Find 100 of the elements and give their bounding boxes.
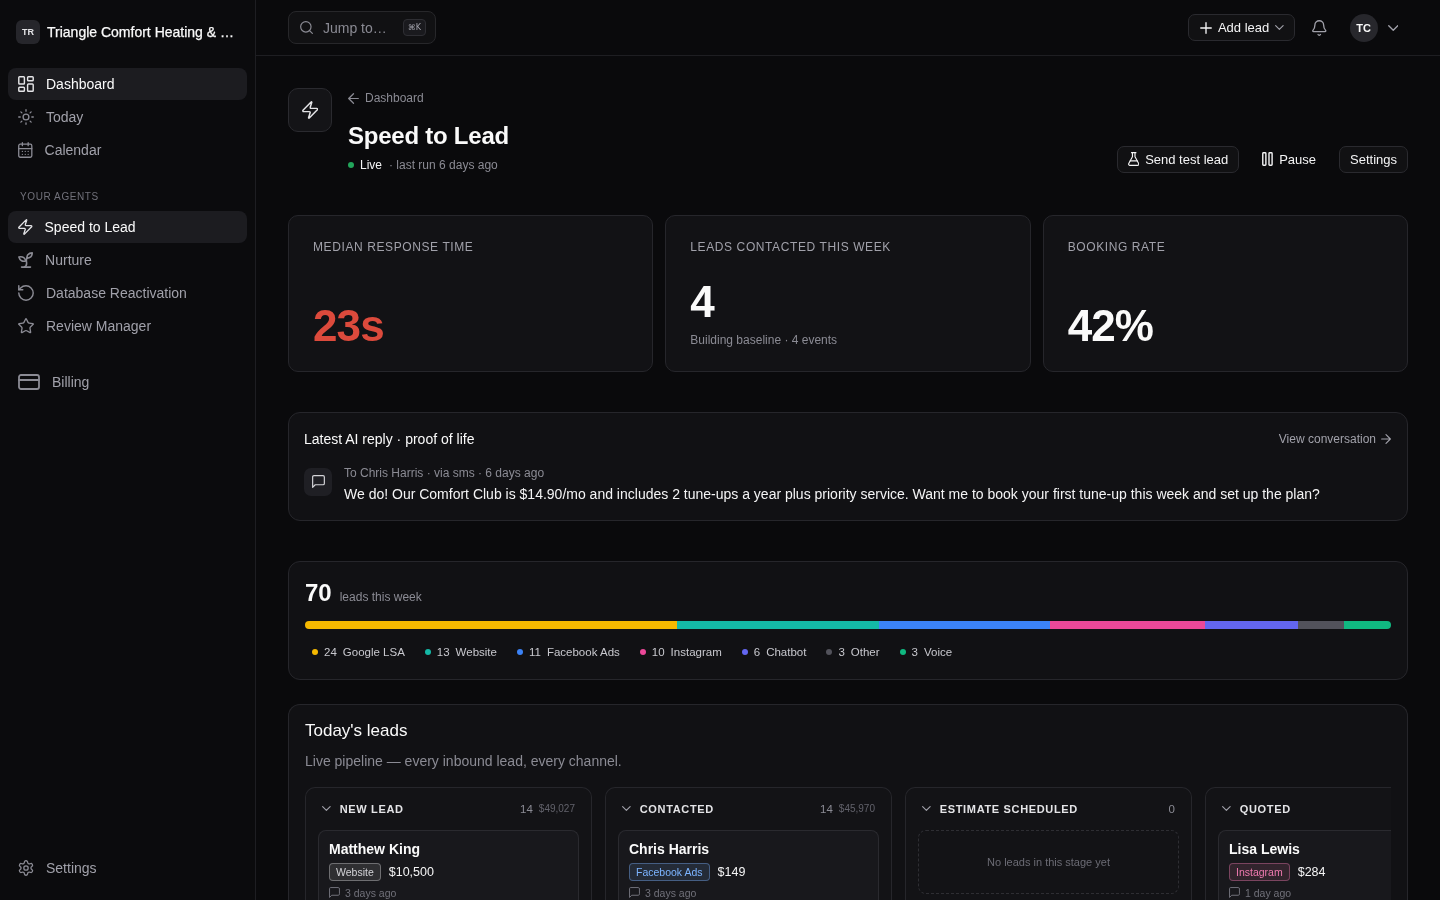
calendar-icon [18,142,33,158]
legend-label: Google LSA [342,644,405,659]
sun-icon [18,109,34,125]
reply-message: We do! Our Comfort Club is $14.90/mo and includes 2 tune-ups a year plus priority service. Want me to book your first tune-up this week and set up the plan? [344,484,1320,504]
stat-label: BOOKING RATE [1067,238,1167,255]
column-value: $49,027 [538,803,575,814]
column-title: ESTIMATE SCHEDULED [939,802,1078,815]
chevron-down-icon[interactable] [922,806,931,811]
lead-card[interactable]: Matthew King Website $10,500 3 days ago [318,829,579,900]
legend-label: Other [850,644,880,659]
lead-total: 70 [305,577,332,608]
arrow-right-icon [1381,433,1391,444]
chat-bubble-icon [304,467,332,496]
lead-total-label: leads this week [339,589,422,604]
stat-value: 4 [690,279,716,324]
column-title: NEW LEAD [339,802,404,815]
legend-count: 3 [838,644,845,659]
lead-card[interactable]: Lisa Lewis Instagram $284 1 day ago [1218,829,1391,900]
action-button[interactable]: Pause [1251,145,1327,173]
lead-name: Chris Harris [629,839,711,859]
card-title: Latest AI reply · proof of life [304,429,475,449]
credit-card-icon [18,374,40,390]
settings-icon [18,860,34,876]
chat-bubble-icon [629,887,640,898]
reply-meta: To Chris Harris · via sms · 6 days ago [344,464,546,481]
workspace-avatar: TR [16,20,40,44]
section-heading: YOUR AGENTS [19,190,100,204]
column-value: $45,970 [838,803,875,814]
empty-state: No leads in this stage yet [918,829,1179,894]
column-title: CONTACTED [639,802,714,815]
lead-age: 3 days ago [645,885,697,900]
lead-amount: $10,500 [388,864,434,879]
legend-label: Voice [924,644,953,659]
lead-age: 3 days ago [345,885,397,900]
breadcrumb-link[interactable]: Dashboard [348,90,424,106]
stat-value: 23s [313,303,385,348]
section-title: Today's leads [305,719,409,742]
chat-bubble-icon [329,887,340,898]
chat-bubble-icon [1229,887,1240,898]
nav-item[interactable]: Dashboard [8,68,247,100]
lead-amount: $149 [717,864,746,879]
lead-name: Lisa Lewis [1229,839,1301,859]
legend-count: 10 [651,644,665,659]
view-conversation-link[interactable]: View conversation [1278,431,1391,446]
legend-count: 3 [911,644,918,659]
nav-item[interactable]: Database Reactivation [8,277,247,309]
action-button[interactable]: Send test lead [1116,145,1240,173]
plus-icon [1199,21,1212,34]
page-title: Speed to Lead [348,120,509,151]
circular-arrow-icon [18,285,34,301]
stat-label: LEADS CONTACTED THIS WEEK [690,238,892,255]
status-label: Live [360,156,382,173]
chevron-down-icon[interactable] [1387,24,1398,31]
chevron-down-icon[interactable] [622,806,631,811]
user-avatar[interactable]: TC [1349,13,1378,42]
lightning-icon [288,88,332,132]
legend-label: Instagram [670,644,722,659]
search-icon [300,21,313,34]
last-run-text: · last run 6 days ago [389,156,498,173]
grid-icon [18,76,34,92]
workspace-name[interactable]: Triangle Comfort Heating & … [47,24,234,40]
legend-count: 6 [753,644,761,659]
bell-icon[interactable] [1311,19,1327,36]
nav-item[interactable]: Review Manager [8,310,247,342]
nav-item[interactable]: Billing [8,366,247,398]
source-tag: Website [329,862,381,881]
legend-count: 11 [528,644,541,659]
nav-item[interactable]: Nurture [8,244,247,276]
nav-item[interactable]: Speed to Lead [8,211,247,243]
source-tag: Instagram [1229,862,1290,881]
column-title: QUOTED [1239,802,1291,815]
sprout-icon [18,252,34,268]
stat-value: 42% [1067,303,1155,348]
add-lead-button[interactable]: Add lead [1187,14,1295,41]
chevron-down-icon [1275,25,1284,30]
stat-note: Building baseline · 4 events [690,331,839,348]
column-count: 14 [520,802,533,815]
action-button[interactable]: Settings [1339,145,1408,173]
lead-age: 1 day ago [1245,885,1292,900]
column-count: 14 [820,802,833,815]
nav-item[interactable]: Calendar [8,134,247,166]
nav-item[interactable]: Today [8,101,247,133]
stat-label: MEDIAN RESPONSE TIME [313,238,475,255]
chevron-down-icon[interactable] [322,806,331,811]
legend-count: 13 [436,644,450,659]
flask-icon [1127,152,1140,166]
star-icon [18,318,34,334]
lead-amount: $284 [1297,864,1326,879]
lead-card[interactable]: Chris Harris Facebook Ads $149 3 days ago [618,829,879,900]
source-tag: Facebook Ads [629,862,710,881]
column-count: 0 [1168,802,1175,815]
chevron-down-icon[interactable] [1222,806,1231,811]
shortcut-key: ⌘K [402,19,426,36]
legend-label: Chatbot [766,644,807,659]
lead-name: Matthew King [329,839,421,859]
bar-segment [1344,620,1391,629]
legend-count: 24 [324,644,337,659]
nav-item[interactable]: Settings [8,852,247,884]
legend-label: Facebook Ads [546,644,620,659]
section-subtitle: Live pipeline — every inbound lead, every channel. [305,751,623,771]
